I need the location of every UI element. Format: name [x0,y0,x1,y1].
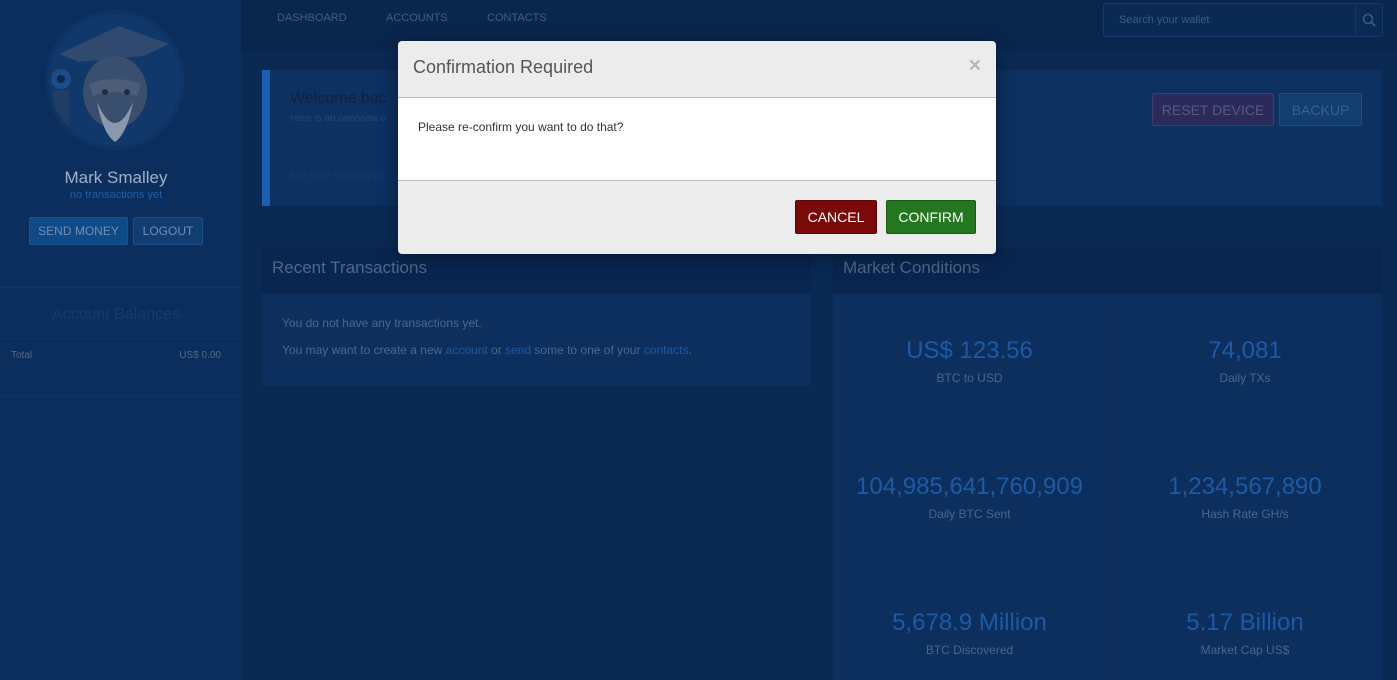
suggestion-text-part: You may want to create a new [282,343,446,357]
user-name: Mark Smalley [64,168,168,187]
modal-header: Confirmation Required × [398,41,996,98]
suggestion-text-part: . [688,343,692,357]
stat-value: 5,678.9 Million [892,609,1047,636]
recent-transactions-panel: You do not have any transactions yet. Yo… [262,293,811,386]
stat-label: Daily TXs [1219,371,1271,385]
close-icon[interactable]: × [969,54,981,78]
stat-label: Market Cap US$ [1200,643,1290,657]
search-box [1103,3,1383,37]
sidebar: Mark Smalley no transactions yet SEND MO… [0,0,241,680]
recent-transactions-title: Recent Transactions [262,248,811,293]
nav-dashboard[interactable]: DASHBOARD [277,12,347,24]
stat-btc-to-usd: US$ 123.56 BTC to USD [833,293,1107,428]
stat-label: Daily BTC Sent [928,507,1011,521]
balance-total-label: Total [11,350,33,361]
stat-btc-discovered: 5,678.9 Million BTC Discovered [833,565,1107,680]
modal-title: Confirmation Required [413,57,594,77]
sidebar-divider [0,396,241,397]
reset-device-button[interactable]: RESET DEVICE [1152,93,1274,126]
search-button[interactable] [1355,4,1382,36]
search-input[interactable] [1104,4,1356,36]
user-status: no transactions yet [69,189,163,201]
stat-label: BTC to USD [936,371,1003,385]
stat-value: 74,081 [1208,337,1282,364]
wizard-avatar-icon [49,14,181,146]
sidebar-divider [0,338,241,339]
nav-accounts[interactable]: ACCOUNTS [386,12,448,24]
logout-button[interactable]: LOGOUT [133,217,203,245]
stat-daily-txs: 74,081 Daily TXs [1108,293,1382,428]
modal-message: Please re-confirm you want to do that? [418,120,624,134]
search-icon [1362,13,1376,27]
cancel-button[interactable]: CANCEL [795,200,877,234]
suggestion-text: You may want to create a new account or … [282,343,692,357]
market-stats-grid: US$ 123.56 BTC to USD 74,081 Daily TXs 1… [833,293,1382,680]
market-conditions-title: Market Conditions [833,248,1382,293]
stat-label: Hash Rate GH/s [1201,507,1289,521]
modal-body: Please re-confirm you want to do that? [398,98,996,181]
stat-market-cap: 5.17 Billion Market Cap US$ [1108,565,1382,680]
account-link[interactable]: account [446,343,488,357]
stat-hash-rate: 1,234,567,890 Hash Rate GH/s [1108,429,1382,564]
stat-value: 5.17 Billion [1186,609,1304,636]
welcome-subtitle: Here is an overview o [290,113,387,124]
welcome-note: Not sure what to pu [290,170,386,182]
balance-total-value: US$ 0.00 [179,350,221,361]
suggestion-text-part: some to one of your [531,343,644,357]
nav-contacts[interactable]: CONTACTS [487,12,547,24]
suggestion-text-part: or [487,343,506,357]
user-avatar[interactable] [45,10,185,150]
stat-value: 104,985,641,760,909 [856,473,1083,500]
confirmation-modal: Confirmation Required × Please re-confir… [398,41,996,254]
account-balances-title: Account Balances [51,306,181,323]
sidebar-divider [0,287,241,288]
stat-value: US$ 123.56 [906,337,1033,364]
stat-value: 1,234,567,890 [1168,473,1322,500]
stat-daily-btc-sent: 104,985,641,760,909 Daily BTC Sent [833,429,1107,564]
welcome-title: Welcome bac [290,90,387,107]
backup-button[interactable]: BACKUP [1279,93,1362,126]
send-link[interactable]: send [505,343,531,357]
confirm-button[interactable]: CONFIRM [886,200,976,234]
contacts-link[interactable]: contacts [644,343,689,357]
stat-label: BTC Discovered [925,643,1014,657]
send-money-button[interactable]: SEND MONEY [29,217,128,245]
no-transactions-text: You do not have any transactions yet. [282,316,482,330]
